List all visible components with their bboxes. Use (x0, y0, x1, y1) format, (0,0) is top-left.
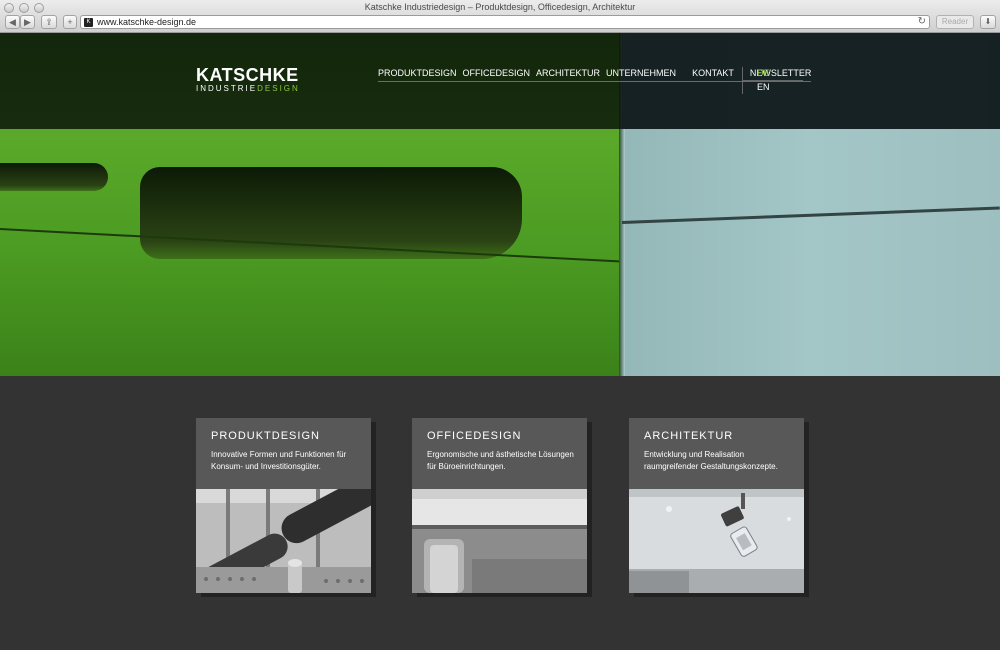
card-title: PRODUKTDESIGN (211, 430, 320, 442)
forward-arrow-icon: ▶ (24, 17, 31, 27)
nav-architektur[interactable]: ARCHITEKTUR (536, 68, 600, 78)
hero-groove (0, 163, 108, 191)
card-title: ARCHITEKTUR (644, 430, 734, 442)
nav-kontakt[interactable]: KONTAKT (692, 68, 734, 78)
hero-image: KATSCHKE INDUSTRIEDESIGN PRODUKTDESIGN O… (0, 33, 1000, 376)
nav-officedesign[interactable]: OFFICEDESIGN (463, 68, 531, 78)
share-icon: ⇪ (45, 17, 53, 27)
address-bar[interactable]: K www.katschke-design.de ↻ (80, 15, 930, 29)
share-button[interactable]: ⇪ (41, 15, 57, 29)
card-architektur[interactable]: ARCHITEKTUR Entwicklung und Realisation … (629, 418, 804, 593)
lang-en[interactable]: EN (743, 81, 803, 94)
window-title: Katschke Industriedesign – Produktdesign… (364, 2, 636, 12)
browser-chrome: Katschke Industriedesign – Produktdesign… (0, 0, 1000, 33)
plus-icon: + (67, 17, 73, 27)
new-tab-button[interactable]: + (63, 15, 77, 29)
card-produktdesign[interactable]: PRODUKTDESIGN Innovative Formen und Funk… (196, 418, 371, 593)
card-description: Entwicklung und Realisation raumgreifend… (644, 450, 778, 471)
favicon-icon: K (84, 18, 93, 27)
language-switcher: DE EN (742, 67, 803, 94)
forward-button[interactable]: ▶ (20, 15, 35, 29)
card-officedesign[interactable]: OFFICEDESIGN Ergonomische und ästhetisch… (412, 418, 587, 593)
lang-de[interactable]: DE (743, 67, 803, 81)
back-arrow-icon: ◀ (9, 17, 16, 27)
logo-wordmark: KATSCHKE (196, 65, 299, 85)
download-icon: ⬇ (984, 17, 992, 26)
logo-tagline: INDUSTRIEDESIGN (196, 84, 300, 93)
web-page: KATSCHKE INDUSTRIEDESIGN PRODUKTDESIGN O… (0, 33, 1000, 650)
card-image-officedesign[interactable] (412, 489, 587, 593)
reader-button[interactable]: Reader (936, 15, 974, 29)
downloads-button[interactable]: ⬇ (980, 15, 996, 29)
back-button[interactable]: ◀ (5, 15, 20, 29)
card-image-produktdesign[interactable] (196, 489, 371, 593)
card-description: Innovative Formen und Funktionen für Kon… (211, 450, 347, 471)
nav-unternehmen[interactable]: UNTERNEHMEN (606, 68, 676, 78)
site-logo[interactable]: KATSCHKE INDUSTRIEDESIGN (196, 66, 300, 94)
card-title: OFFICEDESIGN (427, 430, 522, 442)
reload-icon[interactable]: ↻ (918, 16, 926, 27)
url-text[interactable]: www.katschke-design.de (97, 17, 196, 27)
card-image-architektur[interactable] (629, 489, 804, 593)
card-description: Ergonomische und ästhetische Lösungen fü… (427, 450, 574, 471)
nav-produktdesign[interactable]: PRODUKTDESIGN (378, 68, 457, 78)
